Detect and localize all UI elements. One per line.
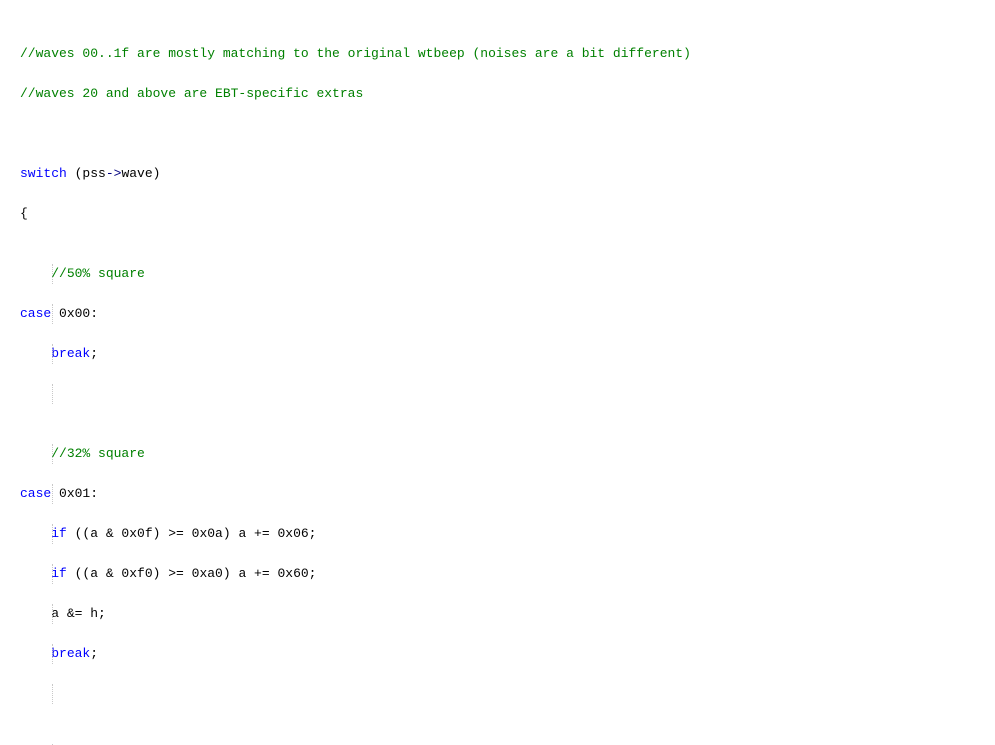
keyword-switch: switch [20, 166, 67, 181]
comment: //32% square [51, 446, 145, 461]
identifier: pss [82, 166, 105, 181]
brace-open: { [20, 206, 28, 221]
keyword-break: break [51, 346, 90, 361]
comment: //50% square [51, 266, 145, 281]
semicolon: ; [90, 346, 98, 361]
code-text: a &= h; [51, 606, 106, 621]
code-editor[interactable]: //waves 00..1f are mostly matching to th… [0, 0, 995, 745]
keyword-if: if [51, 566, 67, 581]
comment: //waves 20 and above are EBT-specific ex… [20, 86, 363, 101]
paren-open: ( [67, 166, 83, 181]
code-text: ((a & 0x0f) >= 0x0a) a += 0x06; [67, 526, 317, 541]
keyword-case: case [20, 306, 51, 321]
arrow-op: -> [106, 166, 122, 181]
keyword-if: if [51, 526, 67, 541]
code-text: ((a & 0xf0) >= 0xa0) a += 0x60; [67, 566, 317, 581]
keyword-case: case [20, 486, 51, 501]
keyword-break: break [51, 646, 90, 661]
identifier: wave [121, 166, 152, 181]
semicolon: ; [90, 646, 98, 661]
paren-close: ) [153, 166, 161, 181]
case-value: 0x01: [51, 486, 98, 501]
comment: //waves 00..1f are mostly matching to th… [20, 46, 691, 61]
case-value: 0x00: [51, 306, 98, 321]
